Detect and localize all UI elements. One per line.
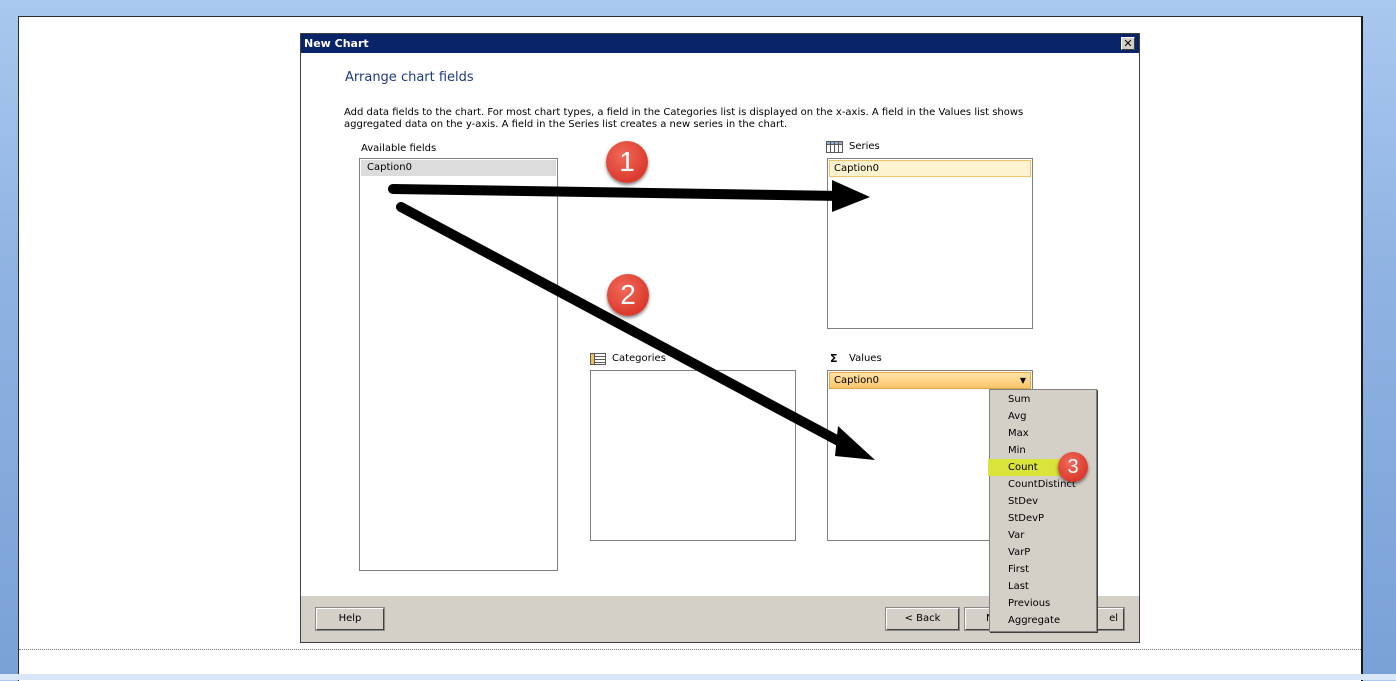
step-badge-3: 3 [1058,452,1088,482]
values-field-item[interactable]: Caption0 ▼ [829,372,1031,389]
categories-list[interactable] [590,370,796,541]
page-divider [19,649,1361,650]
series-grid-icon [826,141,843,153]
series-field-item[interactable]: Caption0 [829,160,1031,177]
back-button[interactable]: < Back [885,607,960,631]
bottom-strip [0,674,1396,680]
sigma-icon: Σ [830,352,838,365]
menu-item-varp[interactable]: VarP [990,544,1094,561]
aggregate-function-menu: Sum Avg Max Min Count CountDistinct StDe… [988,389,1097,632]
instructions-text: Add data fields to the chart. For most c… [344,107,1024,130]
available-field-item[interactable]: Caption0 [361,160,556,176]
chevron-down-icon[interactable]: ▼ [1020,374,1026,388]
dialog-titlebar: New Chart ✕ [301,34,1139,53]
menu-item-aggregate[interactable]: Aggregate [990,612,1094,629]
menu-item-sum[interactable]: Sum [990,391,1094,408]
menu-item-stdev[interactable]: StDev [990,493,1094,510]
menu-item-count[interactable]: Count [988,459,1068,476]
available-fields-label: Available fields [361,143,437,154]
help-button[interactable]: Help [315,607,385,631]
menu-item-first[interactable]: First [990,561,1094,578]
dialog-title: New Chart [304,37,369,50]
step-badge-2: 2 [607,274,649,316]
close-button[interactable]: ✕ [1121,37,1135,50]
menu-item-previous[interactable]: Previous [990,595,1094,612]
values-field-label: Caption0 [834,375,879,386]
categories-label: Categories [612,353,666,364]
page-title: Arrange chart fields [345,70,474,85]
values-label: Values [849,353,882,364]
menu-item-last[interactable]: Last [990,578,1094,595]
menu-item-stdevp[interactable]: StDevP [990,510,1094,527]
series-label: Series [849,141,880,152]
available-fields-list[interactable]: Caption0 [359,158,558,571]
close-icon: ✕ [1123,37,1133,50]
categories-list-icon [590,353,606,365]
step-badge-1: 1 [606,141,648,183]
menu-item-avg[interactable]: Avg [990,408,1094,425]
series-list[interactable]: Caption0 [827,158,1033,329]
menu-item-max[interactable]: Max [990,425,1094,442]
menu-item-var[interactable]: Var [990,527,1094,544]
